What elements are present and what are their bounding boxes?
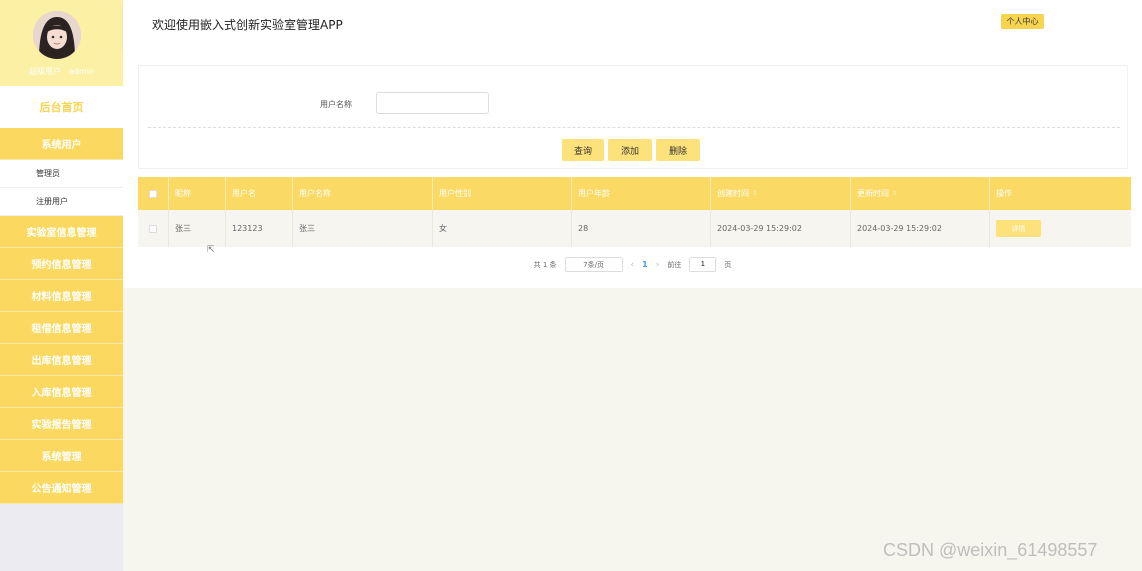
search-panel: 用户名称 查询 添加 删除 — [138, 65, 1128, 169]
search-label: 用户名称 — [320, 100, 352, 109]
avatar[interactable] — [33, 11, 81, 59]
sort-icon[interactable]: ⇕ — [892, 190, 897, 197]
row-checkbox[interactable] — [149, 224, 157, 233]
add-button[interactable]: 添加 — [608, 139, 652, 161]
delete-button[interactable]: 删除 — [656, 139, 700, 161]
sidebar-subitem-admin[interactable]: 管理员 — [0, 160, 123, 188]
sidebar-item-home[interactable]: 后台首页 — [0, 86, 123, 128]
page-number[interactable]: 1 — [642, 260, 648, 269]
cell-age: 28 — [572, 210, 711, 247]
goto-page-input[interactable] — [689, 257, 717, 272]
col-updated-label: 更新时间 — [857, 189, 889, 198]
col-username: 用户名 — [226, 177, 293, 210]
page-title: 欢迎使用嵌入式创新实验室管理APP — [152, 18, 343, 32]
col-updated[interactable]: 更新时间 ⇕ — [851, 177, 990, 210]
watermark: CSDN @weixin_61498557 — [883, 540, 1098, 560]
cell-created: 2024-03-29 15:29:02 — [711, 210, 851, 247]
personal-center-button[interactable]: 个人中心 — [1001, 14, 1044, 29]
cell-nickname: 张三 — [169, 210, 226, 247]
total-count: 共 1 条 — [533, 260, 557, 269]
sidebar-item-material[interactable]: 材料信息管理 — [0, 280, 123, 312]
sidebar-item-lab-info[interactable]: 实验室信息管理 — [0, 216, 123, 248]
cell-gender: 女 — [433, 210, 572, 247]
pagination: 共 1 条 7条/页 ‹ 1 › 前往 页 — [123, 257, 1142, 272]
sidebar-item-system-user[interactable]: 系统用户 — [0, 128, 123, 160]
next-page-icon[interactable]: › — [656, 260, 660, 270]
sidebar-subitem-registered-users[interactable]: 注册用户 — [0, 188, 123, 216]
col-gender: 用户性别 — [433, 177, 572, 210]
sidebar-item-reservation[interactable]: 预约信息管理 — [0, 248, 123, 280]
col-age: 用户年龄 — [572, 177, 711, 210]
sidebar-item-rental[interactable]: 租借信息管理 — [0, 312, 123, 344]
sort-icon[interactable]: ⇕ — [752, 190, 757, 197]
profile-panel: 超级用户 admin — [0, 0, 123, 86]
sidebar-item-lab-report[interactable]: 实验报告管理 — [0, 408, 123, 440]
col-name: 用户名称 — [293, 177, 433, 210]
cell-action: 详情 — [990, 210, 1131, 247]
top-header: 欢迎使用嵌入式创新实验室管理APP 个人中心 — [123, 0, 1142, 52]
select-all-checkbox[interactable] — [149, 189, 157, 198]
sidebar-item-outbound[interactable]: 出库信息管理 — [0, 344, 123, 376]
user-info: 超级用户 admin — [28, 67, 95, 76]
sidebar-item-inbound[interactable]: 入库信息管理 — [0, 376, 123, 408]
row-select-cell — [138, 210, 169, 247]
table-header: 昵称 用户名 用户名称 用户性别 用户年龄 创建时间 ⇕ 更新时间 ⇕ 操作 — [138, 177, 1131, 210]
detail-button[interactable]: 详情 — [996, 220, 1041, 237]
search-input[interactable] — [376, 92, 489, 114]
goto-label: 前往 — [667, 260, 682, 269]
sidebar-item-system[interactable]: 系统管理 — [0, 440, 123, 472]
sidebar: 超级用户 admin 后台首页 系统用户 管理员 注册用户 实验室信息管理 预约… — [0, 0, 123, 571]
users-table: 昵称 用户名 用户名称 用户性别 用户年龄 创建时间 ⇕ 更新时间 ⇕ 操作 张… — [138, 177, 1131, 247]
col-created-label: 创建时间 — [717, 189, 749, 198]
col-action: 操作 — [996, 189, 1012, 198]
divider — [148, 127, 1120, 128]
col-created[interactable]: 创建时间 ⇕ — [711, 177, 851, 210]
sidebar-item-notice[interactable]: 公告通知管理 — [0, 472, 123, 504]
query-button[interactable]: 查询 — [562, 139, 604, 161]
cell-name: 张三 — [293, 210, 433, 247]
main-content: 用户名称 查询 添加 删除 昵称 用户名 用户名称 用户性别 用户年龄 创建时间… — [123, 52, 1142, 288]
cell-updated: 2024-03-29 15:29:02 — [851, 210, 990, 247]
mouse-cursor-icon: ⇱ — [207, 245, 215, 255]
cell-username: 123123 — [226, 210, 293, 247]
col-nickname: 昵称 — [169, 177, 226, 210]
prev-page-icon[interactable]: ‹ — [631, 260, 635, 270]
select-all-cell — [138, 177, 169, 210]
page-unit-label: 页 — [724, 260, 732, 269]
page-size-select[interactable]: 7条/页 — [564, 257, 623, 272]
table-row: 张三 123123 张三 女 28 2024-03-29 15:29:02 20… — [138, 210, 1131, 247]
